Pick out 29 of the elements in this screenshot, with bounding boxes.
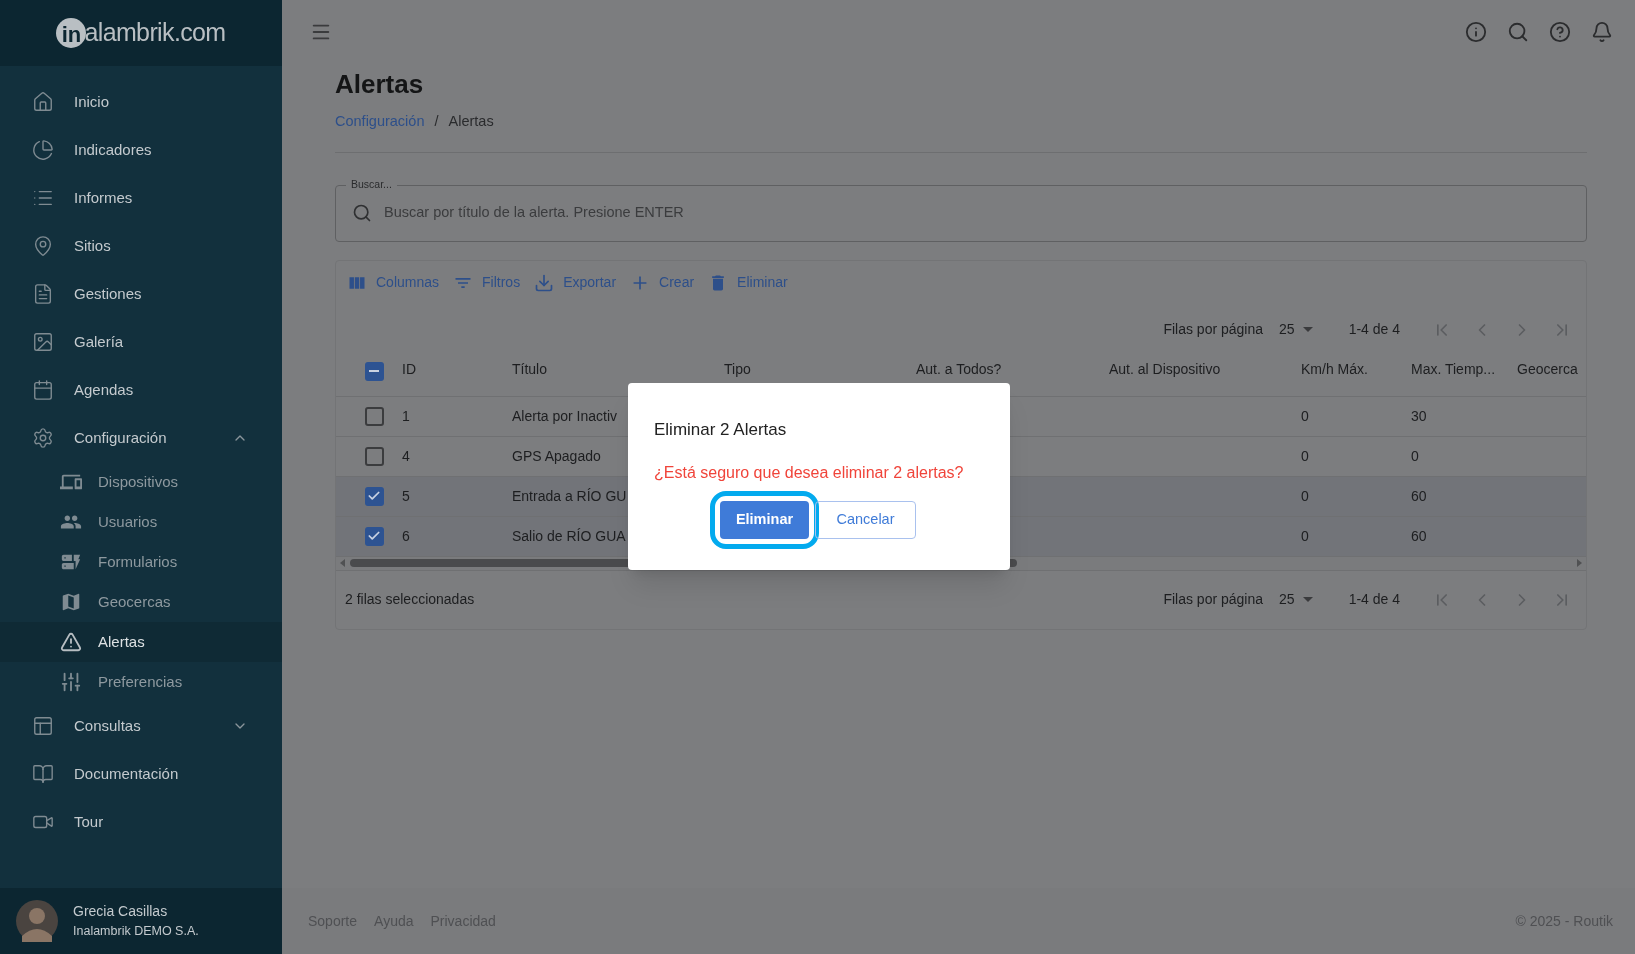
page-range: 1-4 de 4 (1348, 320, 1400, 340)
breadcrumb-current: Alertas (448, 112, 494, 131)
table-cell-text: 0 (1411, 446, 1419, 466)
rows-per-page-label: Filas por página (1163, 320, 1264, 340)
page-range: 1-4 de 4 (1348, 590, 1400, 610)
table-cell-text: 60 (1411, 526, 1427, 546)
table-cell-text: GPS Apagado (512, 446, 601, 466)
table-cell-text: 60 (1411, 486, 1427, 506)
table-cell-text: 5 (402, 486, 410, 506)
dialog-title: Eliminar 2 Alertas (654, 419, 788, 441)
table-cell-text: Entrada a RÍO GU (512, 486, 627, 506)
table-cell-text: 30 (1411, 406, 1427, 426)
table-cell-text: 0 (1301, 486, 1309, 506)
breadcrumb-separator: / (434, 112, 439, 131)
rows-per-page-label: Filas por página (1163, 590, 1264, 610)
page-title: Alertas (335, 68, 425, 101)
table-cell-text: 0 (1301, 446, 1309, 466)
selection-count: 2 filas seleccionadas (345, 590, 475, 610)
table-cell-text: 4 (402, 446, 410, 466)
table-cell-text: 0 (1301, 526, 1309, 546)
table-cell-text: Alerta por Inactiv (512, 406, 618, 426)
table-cell-text: 6 (402, 526, 410, 546)
user-name: Grecia Casillas (73, 902, 169, 922)
user-company: Inalambrik DEMO S.A. (73, 923, 199, 941)
table-cell-text: 0 (1301, 406, 1309, 426)
dialog-message: ¿Está seguro que desea eliminar 2 alertas? (654, 462, 965, 483)
logo: in alambrik.com (56, 14, 226, 52)
table-cell-text: Salio de RÍO GUA (512, 526, 626, 546)
table-cell-text: 1 (402, 406, 410, 426)
